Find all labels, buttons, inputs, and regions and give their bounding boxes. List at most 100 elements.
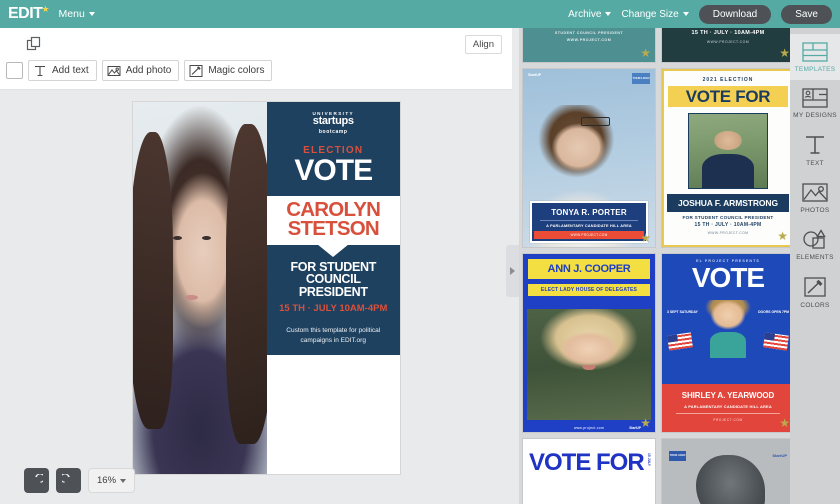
sidebar-item-photos[interactable]: PHOTOS <box>790 174 840 221</box>
app-logo[interactable]: EDIT ★ <box>8 5 50 23</box>
template-card[interactable]: VOTE FOR 15 JULY <box>523 439 655 504</box>
poster-footer-note[interactable]: Custom this template for political campa… <box>274 326 394 346</box>
archive-button[interactable]: Archive <box>568 9 612 20</box>
template-brand: StartUP <box>528 73 542 77</box>
poster-role[interactable]: FOR STUDENT COUNCIL PRESIDENT <box>274 261 394 299</box>
template-photo <box>688 113 768 190</box>
template-card[interactable]: JOSHUA F. ARMSTRONG FOR STUDENT COUNCIL … <box>662 28 790 62</box>
glasses-icon <box>581 117 611 126</box>
sidebar-label: PHOTOS <box>800 207 830 214</box>
sidebar-label: MY DESIGNS <box>793 112 837 119</box>
sidebar-label: TEMPLATES <box>794 66 836 73</box>
templates-panel[interactable]: Jonh O. Ellisn STUDENT COUNCIL PRESIDENT… <box>519 28 790 504</box>
template-logo-placeholder: YOUR LOGO <box>632 73 650 84</box>
save-button[interactable]: Save <box>781 4 832 24</box>
portrait-eye-left <box>173 235 183 240</box>
toolbar-bottom-row: Add text Add photo Magic colors <box>6 60 273 81</box>
portrait-lips <box>185 295 199 301</box>
tools-rail: TEMPLATES MY DESIGNS TEXT PHOTOS ELEMENT… <box>790 28 840 504</box>
usa-flag-icon <box>763 332 789 351</box>
sidebar-item-elements[interactable]: ELEMENTS <box>790 221 840 268</box>
template-vote: VOTE <box>691 262 765 293</box>
divider <box>539 220 639 221</box>
poster-photo[interactable] <box>133 102 267 474</box>
undo-icon[interactable] <box>24 468 49 493</box>
portrait-hair-right <box>226 124 267 445</box>
template-name-block: SHIRLEY A. YEARWOOD A PARLAMENTARY CANDI… <box>662 384 790 432</box>
redo-icon[interactable] <box>56 468 81 493</box>
poster-vote[interactable]: VOTE <box>273 155 395 185</box>
canvas-area[interactable]: UNIVERSITY startups bootcamp ELECTION VO… <box>0 90 512 504</box>
template-year: 2021 ELECTION <box>702 77 754 83</box>
star-icon: ★ <box>41 4 50 14</box>
template-photo <box>527 309 651 420</box>
sidebar-item-text[interactable]: TEXT <box>790 126 840 174</box>
my-designs-icon <box>802 88 828 108</box>
add-photo-label: Add photo <box>125 65 172 76</box>
menu-label: Menu <box>58 8 85 20</box>
poster-header-block: UNIVERSITY startups bootcamp ELECTION VO… <box>266 102 400 197</box>
magic-colors-button[interactable]: Magic colors <box>184 60 273 81</box>
poster-text-column: UNIVERSITY startups bootcamp ELECTION VO… <box>266 102 401 474</box>
editor-toolbar: Align Add text Add photo Magic colors <box>0 28 512 90</box>
panel-collapse-button[interactable] <box>506 245 519 297</box>
poster-candidate-name[interactable]: CAROLYN STETSON <box>267 196 401 246</box>
poster-footer-block: FOR STUDENT COUNCIL PRESIDENT 15 TH · JU… <box>266 243 400 356</box>
template-card[interactable]: YOUR LOGO StartUP <box>662 439 790 504</box>
template-sub2: WWW.PROJECT.COM <box>566 37 612 42</box>
poster-design[interactable]: UNIVERSITY startups bootcamp ELECTION VO… <box>133 102 400 474</box>
template-title: JOSHUA F. ARMSTRONG <box>667 194 789 213</box>
templates-grid: Jonh O. Ellisn STUDENT COUNCIL PRESIDENT… <box>519 28 790 504</box>
template-name-inner: TONYA R. PORTER A PARLAMENTARY CANDIDATE… <box>531 203 647 241</box>
sidebar-item-templates[interactable]: TEMPLATES <box>790 34 840 80</box>
menu-button[interactable]: Menu <box>59 8 95 20</box>
duplicate-layers-icon[interactable] <box>26 36 42 52</box>
add-photo-button[interactable]: Add photo <box>101 60 180 81</box>
image-icon <box>107 64 121 78</box>
poster-startups: startups <box>312 115 354 127</box>
template-vote-for: VOTE FOR <box>529 449 645 476</box>
align-button[interactable]: Align <box>464 35 502 54</box>
toolbar-top-row: Align <box>0 32 512 58</box>
sidebar-item-my-designs[interactable]: MY DESIGNS <box>790 80 840 126</box>
template-card[interactable]: ANN J. COOPER ELECT LADY HOUSE OF DELEGA… <box>523 254 655 432</box>
template-web: PROJECT.COM <box>713 418 743 422</box>
add-text-label: Add text <box>52 65 89 76</box>
chevron-right-icon <box>510 267 515 275</box>
templates-grid-icon <box>802 42 828 62</box>
magic-wand-icon <box>189 64 203 78</box>
text-icon <box>33 64 47 78</box>
zoom-level-dropdown[interactable]: 16% <box>88 468 136 493</box>
template-line1: FOR STUDENT COUNCIL PRESIDENT <box>682 215 774 221</box>
elements-icon <box>802 229 828 250</box>
template-subtitle: ELECT LADY HOUSE OF DELEGATES <box>540 287 638 293</box>
template-role: A PARLAMENTARY CANDIDATE HILL AREA <box>684 404 772 409</box>
template-photo <box>696 455 765 504</box>
template-card[interactable]: 2021 ELECTION VOTE FOR JOSHUA F. ARMSTRO… <box>662 69 790 247</box>
sidebar-item-colors[interactable]: COLORS <box>790 268 840 316</box>
template-card[interactable]: EL PROJECT PRESENTS VOTE 3 SEPT SATURDAY… <box>662 254 790 432</box>
edit-org-editor: EDIT ★ Menu Archive Change Size Download… <box>0 0 840 504</box>
change-size-label: Change Size <box>621 8 679 20</box>
chevron-down-icon <box>682 12 689 16</box>
chevron-down-icon <box>120 478 127 483</box>
colors-brush-icon <box>803 276 827 298</box>
square-shape-icon[interactable] <box>6 62 23 79</box>
zoom-level-value: 16% <box>97 475 117 486</box>
change-size-button[interactable]: Change Size <box>621 8 689 20</box>
template-name-card: TONYA R. PORTER A PARLAMENTARY CANDIDATE… <box>529 201 649 243</box>
template-left-note: 3 SEPT SATURDAY <box>667 310 698 314</box>
chevron-down-icon <box>88 12 95 17</box>
photo-body <box>701 154 755 189</box>
template-side-note: 15 JULY <box>647 453 651 467</box>
template-card[interactable]: StartUP YOUR LOGO TONYA R. PORTER A PARL… <box>523 69 655 247</box>
logo-text: EDIT <box>8 5 43 22</box>
add-text-button[interactable]: Add text <box>28 60 97 81</box>
download-button[interactable]: Download <box>698 4 772 24</box>
illustration-jacket <box>710 332 746 358</box>
template-illustration <box>701 300 755 358</box>
template-logo-placeholder: YOUR LOGO <box>669 451 686 461</box>
sidebar-label: COLORS <box>800 302 830 309</box>
poster-date[interactable]: 15 TH · JULY 10AM-4PM <box>274 303 394 314</box>
template-card[interactable]: Jonh O. Ellisn STUDENT COUNCIL PRESIDENT… <box>523 28 655 62</box>
